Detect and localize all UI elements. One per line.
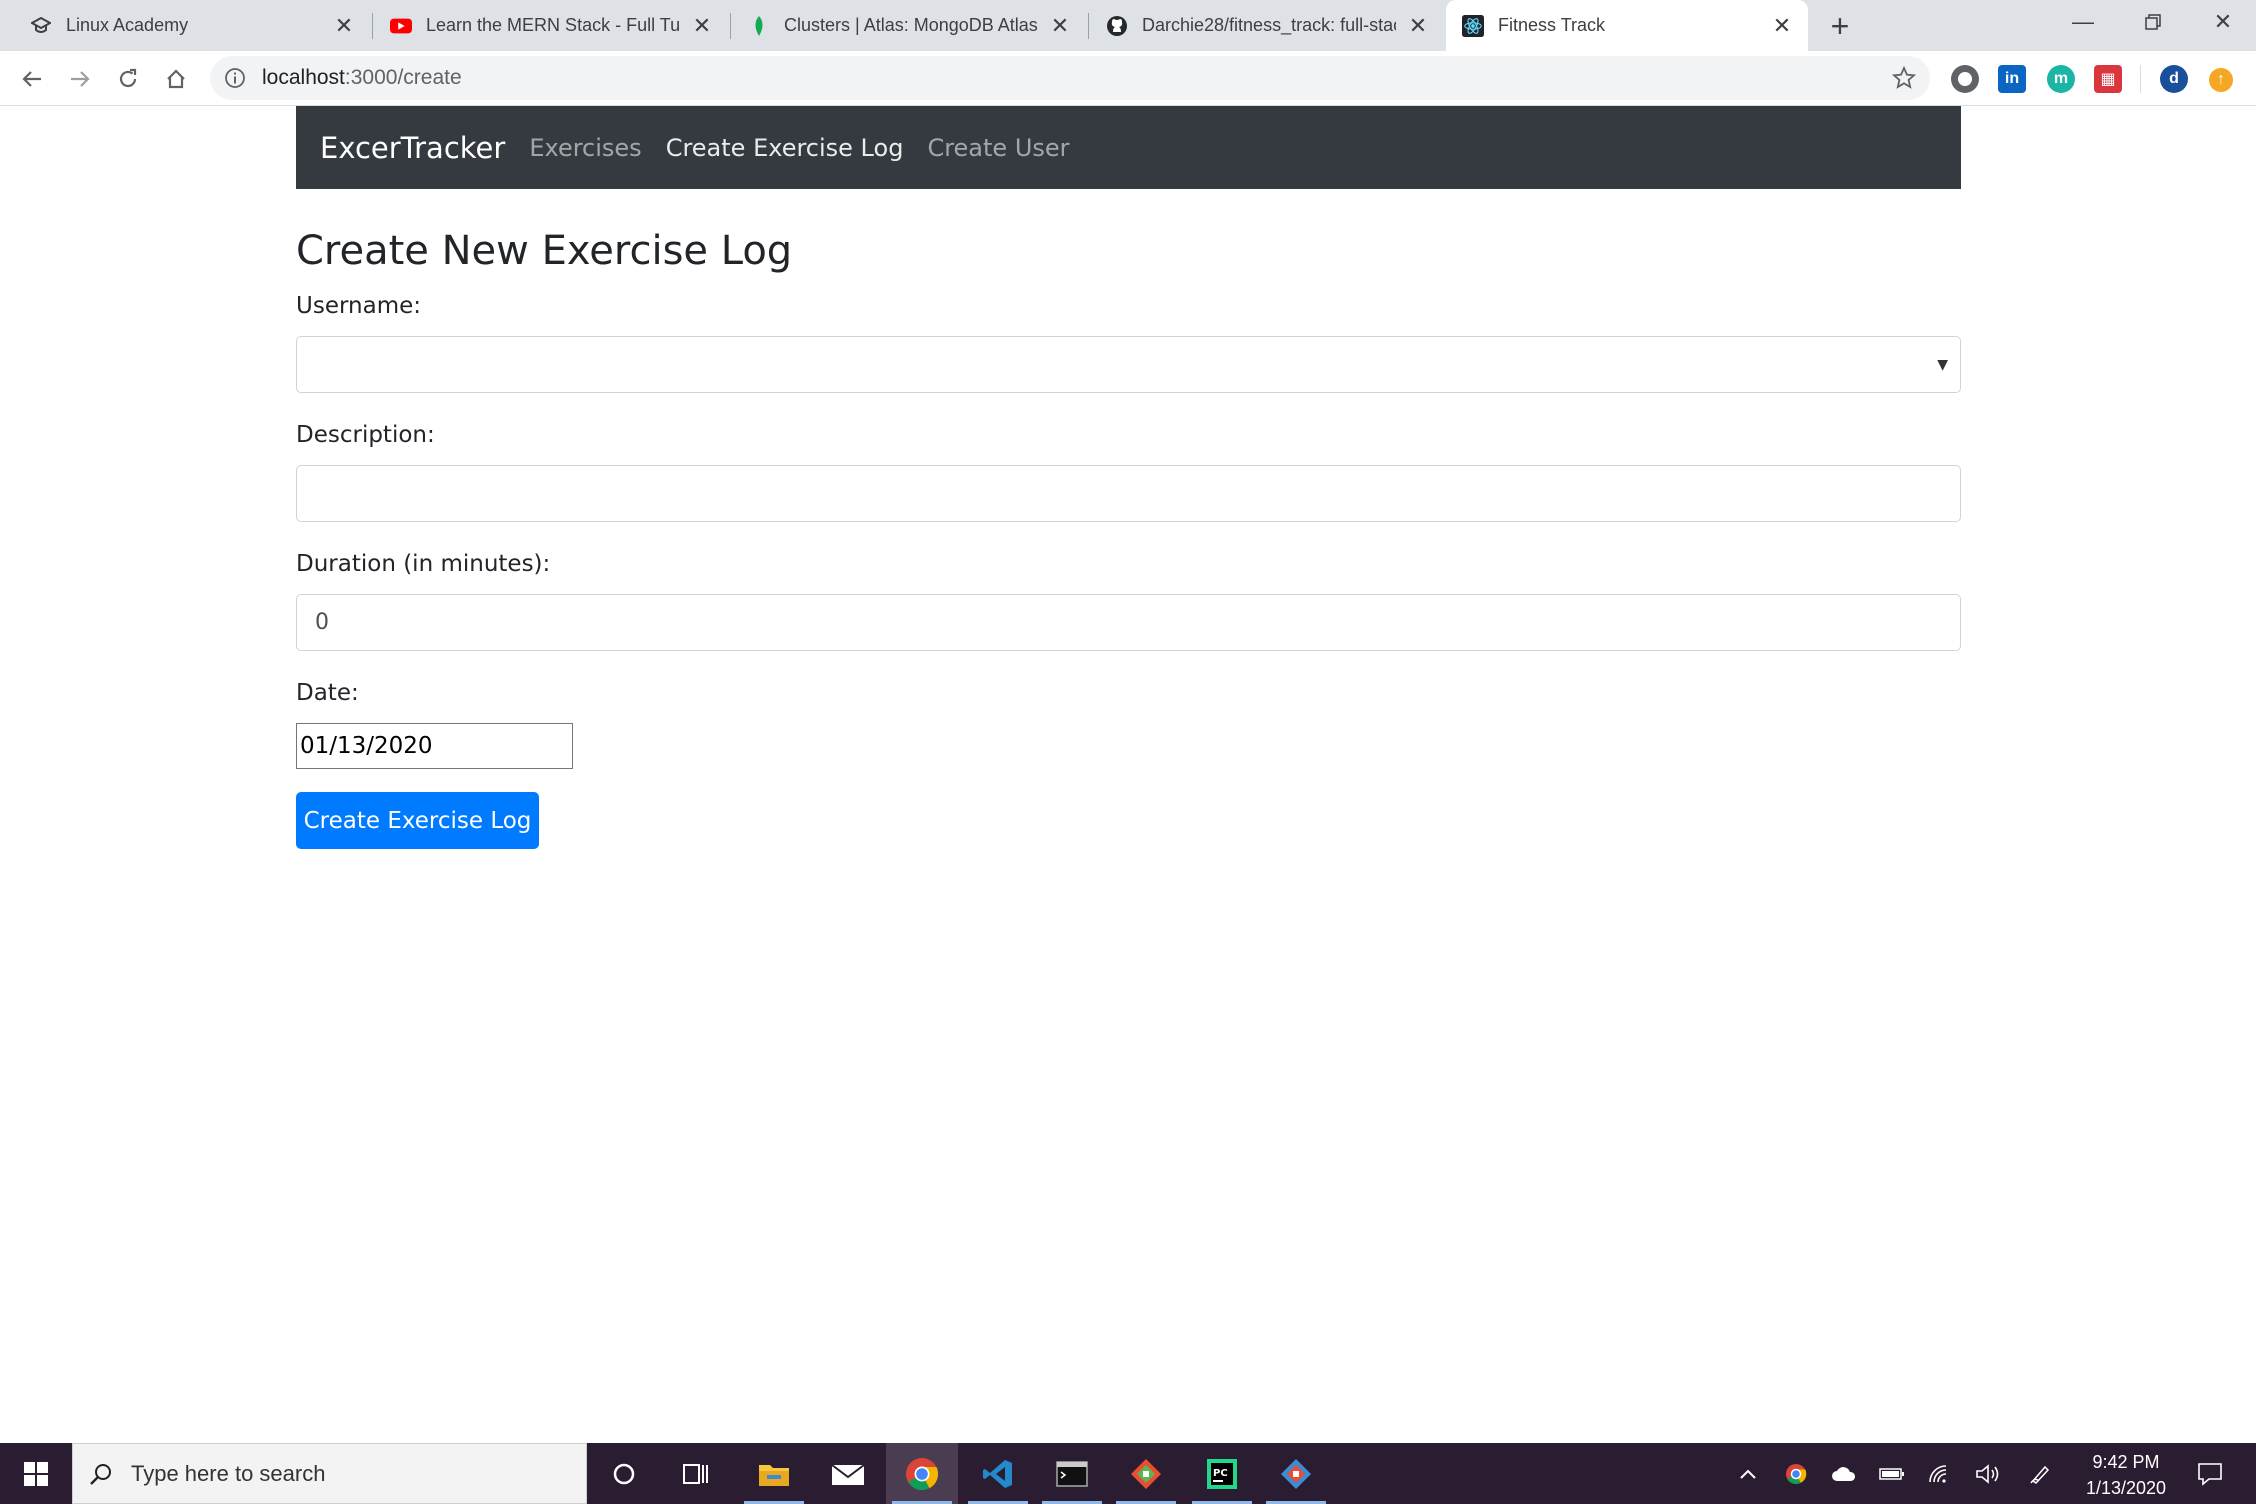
date-input[interactable]: 01/13/2020 [296, 723, 573, 769]
tab-title: Linux Academy [66, 15, 189, 35]
onedrive-cloud-icon[interactable] [1828, 1443, 1860, 1504]
create-exercise-log-button[interactable]: Create Exercise Log [296, 792, 539, 849]
svg-text:PC: PC [1213, 1468, 1228, 1479]
git-gui-icon[interactable] [1260, 1443, 1332, 1504]
forward-arrow-icon[interactable] [60, 59, 100, 99]
url-path: :3000/create [344, 66, 462, 89]
wifi-icon[interactable] [1924, 1443, 1956, 1504]
minimize-icon[interactable]: — [2050, 0, 2116, 44]
app-navbar: ExcerTracker Exercises Create Exercise L… [296, 106, 1961, 189]
taskbar-search-box[interactable]: Type here to search [72, 1443, 587, 1504]
react-icon [1462, 14, 1484, 37]
colorpick-extension-icon[interactable]: ▦ [2094, 65, 2122, 93]
task-view-icon[interactable] [660, 1443, 732, 1504]
chrome-taskbar-icon[interactable] [886, 1443, 958, 1504]
nav-link-exercises[interactable]: Exercises [529, 134, 641, 162]
browser-tab-mongodb[interactable]: Clusters | Atlas: MongoDB Atlas ✕ [732, 0, 1086, 51]
tab-close-icon[interactable]: ✕ [1770, 13, 1794, 38]
show-hidden-icons-chevron-icon[interactable] [1732, 1443, 1764, 1504]
tab-separator [730, 13, 731, 39]
tab-title: Fitness Track [1498, 15, 1606, 35]
nav-link-create-exercise-log[interactable]: Create Exercise Log [666, 134, 904, 162]
browser-tab-github[interactable]: Darchie28/fitness_track: full-stack ✕ [1090, 0, 1444, 51]
linkedin-extension-icon[interactable]: in [1998, 65, 2026, 93]
clock-date: 1/13/2020 [2085, 1478, 2167, 1498]
browser-tab-linux-academy[interactable]: Linux Academy ✕ [0, 0, 370, 51]
navbar-brand[interactable]: ExcerTracker [320, 131, 505, 165]
git-kraken-icon[interactable] [1110, 1443, 1182, 1504]
pycharm-icon[interactable]: PC [1186, 1443, 1258, 1504]
mail-icon[interactable] [812, 1443, 884, 1504]
url-text: localhost:3000/create [262, 66, 462, 90]
back-arrow-icon[interactable] [12, 59, 52, 99]
action-center-icon[interactable] [2190, 1443, 2230, 1504]
browser-tab-strip: Linux Academy ✕ Learn the MERN Stack - F… [0, 0, 2256, 51]
close-window-icon[interactable]: ✕ [2190, 0, 2256, 44]
new-tab-plus-icon[interactable]: + [1822, 8, 1858, 44]
cortana-icon[interactable] [588, 1443, 660, 1504]
info-icon[interactable] [224, 67, 246, 89]
search-icon [89, 1462, 113, 1486]
github-icon [1106, 15, 1128, 37]
terminal-icon[interactable] [1036, 1443, 1108, 1504]
clock-time: 9:42 PM [2092, 1452, 2160, 1472]
volume-icon[interactable] [1972, 1443, 2004, 1504]
description-label: Description: [296, 422, 435, 448]
tab-close-icon[interactable]: ✕ [1048, 13, 1072, 38]
home-icon[interactable] [156, 59, 196, 99]
page-title: Create New Exercise Log [296, 228, 793, 274]
date-label: Date: [296, 680, 359, 706]
windows-taskbar: Type here to search PC 9:42 PM 1/13/2020 [0, 1443, 2256, 1504]
vscode-icon[interactable] [962, 1443, 1034, 1504]
update-icon[interactable]: ↑ [2209, 68, 2233, 92]
graduation-cap-icon [30, 15, 52, 37]
browser-tab-fitness-track[interactable]: Fitness Track ✕ [1446, 0, 1808, 51]
chrome-tray-icon[interactable] [1780, 1443, 1812, 1504]
browser-toolbar: localhost:3000/create in m ▦ d ↑ [0, 51, 2256, 106]
duration-value: 0 [315, 610, 329, 635]
reload-icon[interactable] [108, 59, 148, 99]
search-placeholder: Type here to search [131, 1460, 326, 1486]
battery-icon[interactable] [1876, 1443, 1908, 1504]
tab-title: Clusters | Atlas: MongoDB Atlas [784, 15, 1038, 35]
duration-input[interactable]: 0 [296, 594, 1961, 651]
pen-ink-icon[interactable] [2024, 1443, 2056, 1504]
tab-close-icon[interactable]: ✕ [690, 13, 714, 38]
file-explorer-icon[interactable] [738, 1443, 810, 1504]
date-value: 01/13/2020 [300, 733, 433, 759]
tab-title: Darchie28/fitness_track: full-stack [1142, 15, 1396, 35]
mongodb-leaf-icon [748, 15, 770, 37]
meetup-extension-icon[interactable]: m [2047, 65, 2075, 93]
youtube-icon [390, 15, 412, 37]
toolbar-divider [2140, 65, 2141, 93]
page-content: ExcerTracker Exercises Create Exercise L… [0, 106, 2256, 1443]
username-select[interactable]: ▼ [296, 336, 1961, 393]
username-label: Username: [296, 293, 421, 319]
description-input[interactable] [296, 465, 1961, 522]
tab-separator [1088, 13, 1089, 39]
duration-label: Duration (in minutes): [296, 551, 551, 577]
bookmark-star-icon[interactable] [1891, 65, 1917, 90]
extension-circle-icon[interactable] [1951, 65, 1979, 93]
restore-icon[interactable] [2120, 0, 2186, 44]
taskbar-clock[interactable]: 9:42 PM 1/13/2020 [2056, 1449, 2196, 1501]
profile-avatar[interactable]: d [2160, 65, 2188, 93]
windows-start-icon[interactable] [0, 1443, 72, 1504]
tab-title: Learn the MERN Stack - Full Tuto [426, 15, 680, 35]
tab-separator [372, 13, 373, 39]
tab-close-icon[interactable]: ✕ [332, 13, 356, 38]
address-bar[interactable]: localhost:3000/create [210, 56, 1930, 100]
url-host: localhost [262, 66, 345, 89]
tab-close-icon[interactable]: ✕ [1406, 13, 1430, 38]
browser-tab-youtube[interactable]: Learn the MERN Stack - Full Tuto ✕ [374, 0, 728, 51]
dropdown-caret-icon: ▼ [1937, 357, 1948, 373]
nav-link-create-user[interactable]: Create User [927, 134, 1069, 162]
